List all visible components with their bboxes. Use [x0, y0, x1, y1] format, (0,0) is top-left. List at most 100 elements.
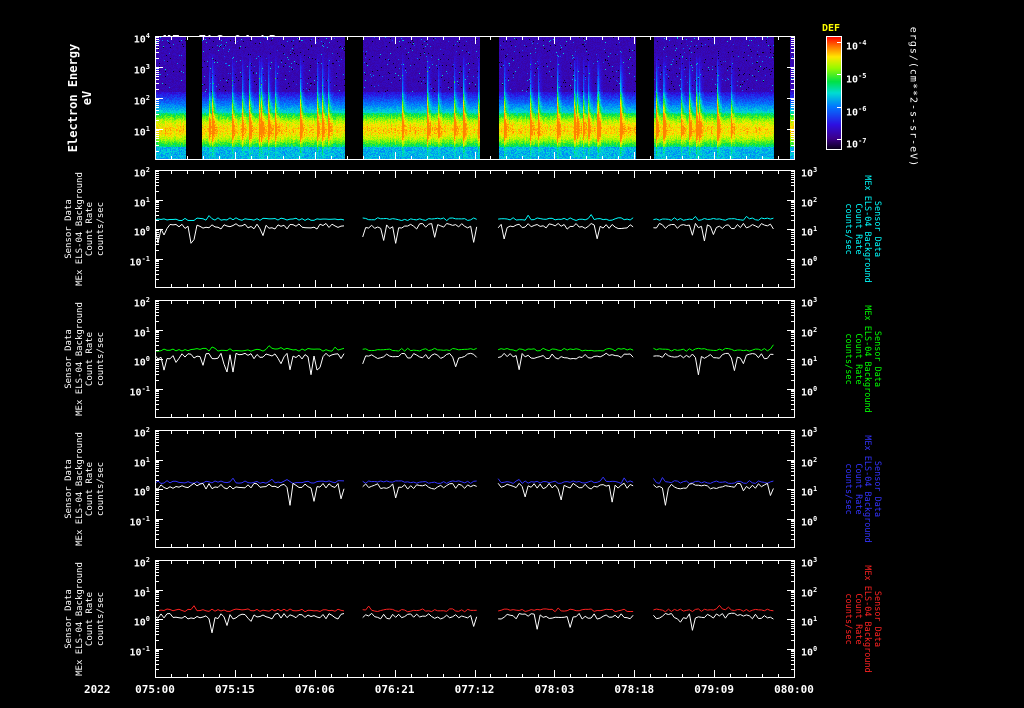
- x-axis-tick-label: 076:06: [294, 683, 335, 696]
- line-panel-2-y-axis-label: Sensor Data MEx ELS-04 Background Count …: [64, 302, 106, 416]
- spectrogram-y-axis-label-text: Electron Energy: [66, 43, 80, 153]
- line-panel-4-canvas: [155, 560, 795, 678]
- label-line: Count Rate: [853, 333, 863, 385]
- line-panel-1-right-axis-label: Sensor Data MEx ELS-04 Background Count …: [843, 175, 883, 283]
- spectrogram-canvas: [155, 36, 795, 160]
- spectrogram-figure: MEx ELS-04 LR MEx ELS-04 HR Electron Ene…: [0, 0, 1024, 708]
- x-axis-tick-label: 079:09: [694, 683, 734, 696]
- colorbar-tick-label: 10-4: [846, 38, 867, 53]
- line-panel-4-right-tick-label: 103: [801, 556, 818, 570]
- line-panel-3-y-axis-label: Sensor Data MEx ELS-04 Background Count …: [64, 432, 106, 546]
- line-panel-2-right-tick-label: 102: [801, 325, 818, 339]
- label-line: MEx ELS-04 Background: [74, 172, 85, 286]
- line-panel-4-left-tick-label: 10-1: [129, 644, 150, 658]
- line-panel-1-y-axis-label: Sensor Data MEx ELS-04 Background Count …: [64, 172, 106, 286]
- line-panel-2-right-tick-label: 101: [801, 355, 818, 369]
- label-line: Sensor Data: [872, 330, 882, 388]
- x-axis-year-label: 2022: [84, 683, 111, 696]
- spectrogram-y-tick-label: 102: [133, 94, 150, 108]
- x-axis-tick-label: 076:21: [374, 683, 415, 696]
- line-panel-4-right-tick-label: 101: [801, 615, 818, 629]
- spectrogram-y-axis-label: Electron Energy eV: [66, 44, 94, 152]
- label-line: Count Rate: [85, 201, 95, 257]
- label-line: counts/sec: [95, 331, 106, 387]
- colorbar-tick-label: 10-7: [846, 136, 867, 151]
- line-panel-4-right-tick-label: 102: [801, 585, 818, 599]
- x-axis-tick-label: 078:18: [614, 683, 655, 696]
- label-line: MEx ELS-04 Background: [74, 562, 85, 676]
- line-panel-1-left-tick-label: 101: [133, 195, 150, 209]
- label-line: counts/sec: [843, 593, 854, 645]
- line-panel-2-right-axis-label: Sensor Data MEx ELS-04 Background Count …: [843, 305, 883, 413]
- line-panel-3-canvas: [155, 430, 795, 548]
- spectrogram-y-tick-label: 101: [133, 125, 150, 139]
- label-line: MEx ELS-04 Background: [862, 435, 873, 543]
- colorbar-canvas: [826, 36, 842, 150]
- label-line: Sensor Data: [64, 589, 74, 649]
- colorbar-def-label: DEF: [822, 23, 841, 34]
- label-line: MEx ELS-04 Background: [862, 565, 873, 673]
- label-line: Sensor Data: [64, 329, 74, 389]
- colorbar-units-label: ergs/(cm**2-s-sr-eV): [907, 26, 919, 168]
- label-line: Count Rate: [85, 461, 95, 517]
- label-line: Count Rate: [853, 463, 863, 515]
- line-panel-3-left-tick-label: 10-1: [129, 514, 150, 528]
- line-panel-3-right-axis-label: Sensor Data MEx ELS-04 Background Count …: [843, 435, 883, 543]
- label-line: Count Rate: [85, 331, 95, 387]
- label-line: Sensor Data: [64, 459, 74, 519]
- line-panel-1-right-tick-label: 103: [801, 166, 818, 180]
- label-line: Count Rate: [85, 591, 95, 647]
- line-panel-3-right-tick-label: 100: [801, 514, 818, 528]
- label-line: MEx ELS-04 Background: [74, 432, 85, 546]
- label-line: Count Rate: [853, 203, 863, 255]
- line-panel-2-left-tick-label: 100: [133, 355, 150, 369]
- line-panel-3-left-tick-label: 102: [133, 426, 150, 440]
- x-axis-tick-label: 077:12: [454, 683, 495, 696]
- line-panel-4-right-axis-label: Sensor Data MEx ELS-04 Background Count …: [843, 565, 883, 673]
- x-axis-tick-label: 075:00: [135, 683, 175, 696]
- line-panel-2-canvas: [155, 300, 795, 418]
- line-panel-3-right-tick-label: 101: [801, 485, 818, 499]
- line-panel-1-canvas: [155, 170, 795, 288]
- line-panel-4-left-tick-label: 100: [133, 615, 150, 629]
- line-panel-1-left-tick-label: 10-1: [129, 254, 150, 268]
- line-panel-4-y-axis-label: Sensor Data MEx ELS-04 Background Count …: [64, 562, 106, 676]
- label-line: MEx ELS-04 Background: [862, 305, 873, 413]
- label-line: counts/sec: [95, 201, 106, 257]
- line-panel-1-right-tick-label: 102: [801, 195, 818, 209]
- label-line: Sensor Data: [872, 200, 882, 258]
- label-line: MEx ELS-04 Background: [862, 175, 873, 283]
- label-line: counts/sec: [95, 591, 106, 647]
- line-panel-1-right-tick-label: 101: [801, 225, 818, 239]
- spectrogram-y-tick-label: 103: [133, 63, 150, 77]
- line-panel-4-right-tick-label: 100: [801, 644, 818, 658]
- line-panel-4-left-tick-label: 102: [133, 556, 150, 570]
- label-line: Sensor Data: [872, 460, 882, 518]
- x-axis-tick-label: 078:03: [534, 683, 575, 696]
- x-axis-tick-label: 075:15: [215, 683, 255, 696]
- label-line: counts/sec: [843, 333, 854, 385]
- label-line: counts/sec: [95, 461, 106, 517]
- line-panel-2-left-tick-label: 10-1: [129, 384, 150, 398]
- label-line: Sensor Data: [64, 199, 74, 259]
- colorbar-tick-label: 10-5: [846, 71, 867, 86]
- line-panel-1-left-tick-label: 102: [133, 166, 150, 180]
- line-panel-4-left-tick-label: 101: [133, 585, 150, 599]
- line-panel-1-right-tick-label: 100: [801, 254, 818, 268]
- line-panel-2-right-tick-label: 103: [801, 296, 818, 310]
- spectrogram-y-tick-label: 104: [133, 32, 150, 46]
- line-panel-3-left-tick-label: 101: [133, 455, 150, 469]
- line-panel-2-left-tick-label: 102: [133, 296, 150, 310]
- label-line: counts/sec: [843, 463, 854, 515]
- line-panel-3-right-tick-label: 102: [801, 455, 818, 469]
- label-line: Sensor Data: [872, 590, 882, 648]
- x-axis-tick-label: 080:00: [774, 683, 814, 696]
- colorbar-tick-label: 10-6: [846, 104, 867, 119]
- line-panel-3-right-tick-label: 103: [801, 426, 818, 440]
- label-line: Count Rate: [853, 593, 863, 645]
- line-panel-1-left-tick-label: 100: [133, 225, 150, 239]
- line-panel-3-left-tick-label: 100: [133, 485, 150, 499]
- line-panel-2-right-tick-label: 100: [801, 384, 818, 398]
- line-panel-2-left-tick-label: 101: [133, 325, 150, 339]
- label-line: counts/sec: [843, 203, 854, 255]
